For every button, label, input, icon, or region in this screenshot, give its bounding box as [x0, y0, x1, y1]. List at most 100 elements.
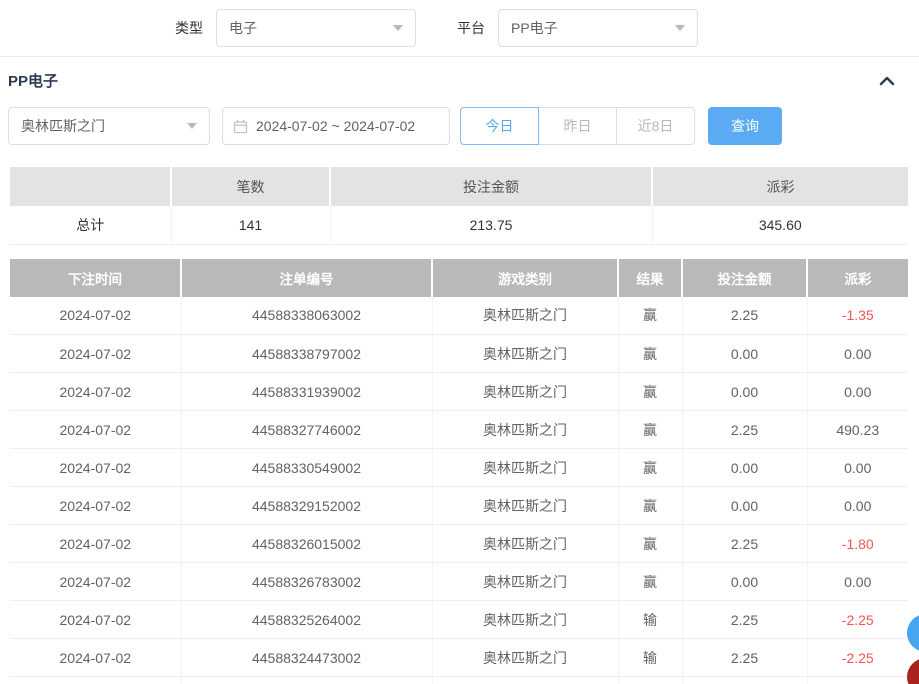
summary-column-header: [10, 167, 171, 206]
caret-down-icon: [393, 25, 403, 31]
bet-column-header: 下注时间: [10, 259, 181, 297]
result-cell: 赢: [618, 487, 682, 525]
bet-amount-cell: 2.25: [682, 639, 807, 677]
calendar-icon: [233, 119, 248, 134]
bet-table-body: 2024-07-02 44588338063002 奥林匹斯之门 赢 2.25 …: [10, 297, 908, 684]
payout-cell: 0.00: [807, 335, 908, 373]
payout-cell: -2.25: [807, 601, 908, 639]
bet-table-row: 2024-07-02 44588329152002 奥林匹斯之门 赢 0.00 …: [10, 487, 908, 525]
game-type-cell: 奥林匹斯之门: [432, 411, 618, 449]
bet-column-header: 派彩: [807, 259, 908, 297]
caret-down-icon: [675, 25, 685, 31]
summary-total-label: 总计: [10, 206, 171, 244]
result-cell: 赢: [618, 297, 682, 335]
bet-id-cell: 44588325264002: [181, 601, 432, 639]
bet-id-cell: 44588324473002: [181, 639, 432, 677]
game-type-cell: 奥林匹斯之门: [432, 297, 618, 335]
result-cell: 赢: [618, 335, 682, 373]
game-type-cell: [432, 677, 618, 684]
bet-time-cell: 2024-07-02: [10, 449, 181, 487]
summary-total-row: 总计 141 213.75 345.60: [10, 206, 908, 244]
bet-table-header-row: 下注时间注单编号游戏类别结果投注金额派彩: [10, 259, 908, 297]
payout-cell: [807, 677, 908, 684]
type-filter-group: 类型 电子: [175, 9, 416, 47]
payout-cell: 0.00: [807, 563, 908, 601]
summary-column-header: 派彩: [652, 167, 908, 206]
chevron-up-icon: [877, 73, 897, 89]
section-title: PP电子: [8, 70, 58, 91]
summary-payout-value: 345.60: [652, 206, 908, 244]
bet-time-cell: 2024-07-02: [10, 487, 181, 525]
bet-amount-cell: 2.25: [682, 601, 807, 639]
result-cell: 赢: [618, 373, 682, 411]
bet-column-header: 结果: [618, 259, 682, 297]
query-bar: 奥林匹斯之门 2024-07-02 ~ 2024-07-02 今日昨日近8日 查…: [0, 99, 919, 145]
game-type-cell: 奥林匹斯之门: [432, 601, 618, 639]
bet-time-cell: 2024-07-02: [10, 563, 181, 601]
caret-down-icon: [187, 123, 197, 129]
date-range-value: 2024-07-02 ~ 2024-07-02: [256, 118, 415, 134]
collapse-section-button[interactable]: [877, 73, 897, 89]
floating-chat-button[interactable]: [907, 614, 919, 652]
result-cell: 赢: [618, 525, 682, 563]
bet-amount-cell: 2.25: [682, 297, 807, 335]
bet-time-cell: 2024-07-02: [10, 297, 181, 335]
summary-table: 笔数投注金额派彩 总计 141 213.75 345.60: [10, 167, 908, 245]
game-type-cell: 奥林匹斯之门: [432, 335, 618, 373]
payout-cell: 0.00: [807, 487, 908, 525]
summary-bet-amount-value: 213.75: [330, 206, 652, 244]
search-button[interactable]: 查询: [708, 107, 782, 145]
game-select[interactable]: 奥林匹斯之门: [8, 107, 210, 145]
bet-time-cell: 2024-07-02: [10, 601, 181, 639]
result-cell: 赢: [618, 411, 682, 449]
quick-range-button[interactable]: 近8日: [616, 107, 695, 145]
floating-service-button[interactable]: [907, 658, 919, 684]
summary-column-header: 投注金额: [330, 167, 652, 206]
platform-select[interactable]: PP电子: [498, 9, 698, 47]
result-cell: 赢: [618, 449, 682, 487]
bet-table-row: 2024-07-02 44588326783002 奥林匹斯之门 赢 0.00 …: [10, 563, 908, 601]
result-cell: 输: [618, 601, 682, 639]
bet-amount-cell: 0.00: [682, 373, 807, 411]
bet-table-row: [10, 677, 908, 684]
bet-amount-cell: 0.00: [682, 449, 807, 487]
bet-id-cell: 44588338797002: [181, 335, 432, 373]
bet-time-cell: 2024-07-02: [10, 411, 181, 449]
quick-range-button[interactable]: 今日: [460, 107, 539, 145]
bet-table-row: 2024-07-02 44588325264002 奥林匹斯之门 输 2.25 …: [10, 601, 908, 639]
game-type-cell: 奥林匹斯之门: [432, 449, 618, 487]
game-type-cell: 奥林匹斯之门: [432, 563, 618, 601]
bet-time-cell: 2024-07-02: [10, 335, 181, 373]
quick-range-button[interactable]: 昨日: [538, 107, 617, 145]
bet-id-cell: 44588326783002: [181, 563, 432, 601]
payout-cell: 0.00: [807, 373, 908, 411]
payout-cell: -1.80: [807, 525, 908, 563]
bet-time-cell: [10, 677, 181, 684]
bet-column-header: 投注金额: [682, 259, 807, 297]
quick-range-group: 今日昨日近8日: [460, 107, 695, 145]
bet-column-header: 游戏类别: [432, 259, 618, 297]
bet-amount-cell: [682, 677, 807, 684]
section-header: PP电子: [0, 57, 919, 99]
bet-id-cell: 44588331939002: [181, 373, 432, 411]
result-cell: 赢: [618, 563, 682, 601]
date-range-picker[interactable]: 2024-07-02 ~ 2024-07-02: [222, 107, 450, 145]
type-select-value: 电子: [229, 18, 257, 38]
bet-id-cell: 44588326015002: [181, 525, 432, 563]
game-type-cell: 奥林匹斯之门: [432, 525, 618, 563]
platform-select-value: PP电子: [511, 18, 558, 38]
bet-amount-cell: 2.25: [682, 411, 807, 449]
bet-amount-cell: 0.00: [682, 335, 807, 373]
bet-records-table: 下注时间注单编号游戏类别结果投注金额派彩 2024-07-02 44588338…: [10, 259, 908, 684]
bet-time-cell: 2024-07-02: [10, 639, 181, 677]
type-select[interactable]: 电子: [216, 9, 416, 47]
result-cell: [618, 677, 682, 684]
game-select-value: 奥林匹斯之门: [21, 116, 105, 136]
bet-amount-cell: 2.25: [682, 525, 807, 563]
bet-table-row: 2024-07-02 44588338797002 奥林匹斯之门 赢 0.00 …: [10, 335, 908, 373]
platform-label: 平台: [457, 18, 485, 38]
platform-filter-group: 平台 PP电子: [457, 9, 698, 47]
payout-cell: -1.35: [807, 297, 908, 335]
bet-table-row: 2024-07-02 44588338063002 奥林匹斯之门 赢 2.25 …: [10, 297, 908, 335]
bet-id-cell: 44588338063002: [181, 297, 432, 335]
